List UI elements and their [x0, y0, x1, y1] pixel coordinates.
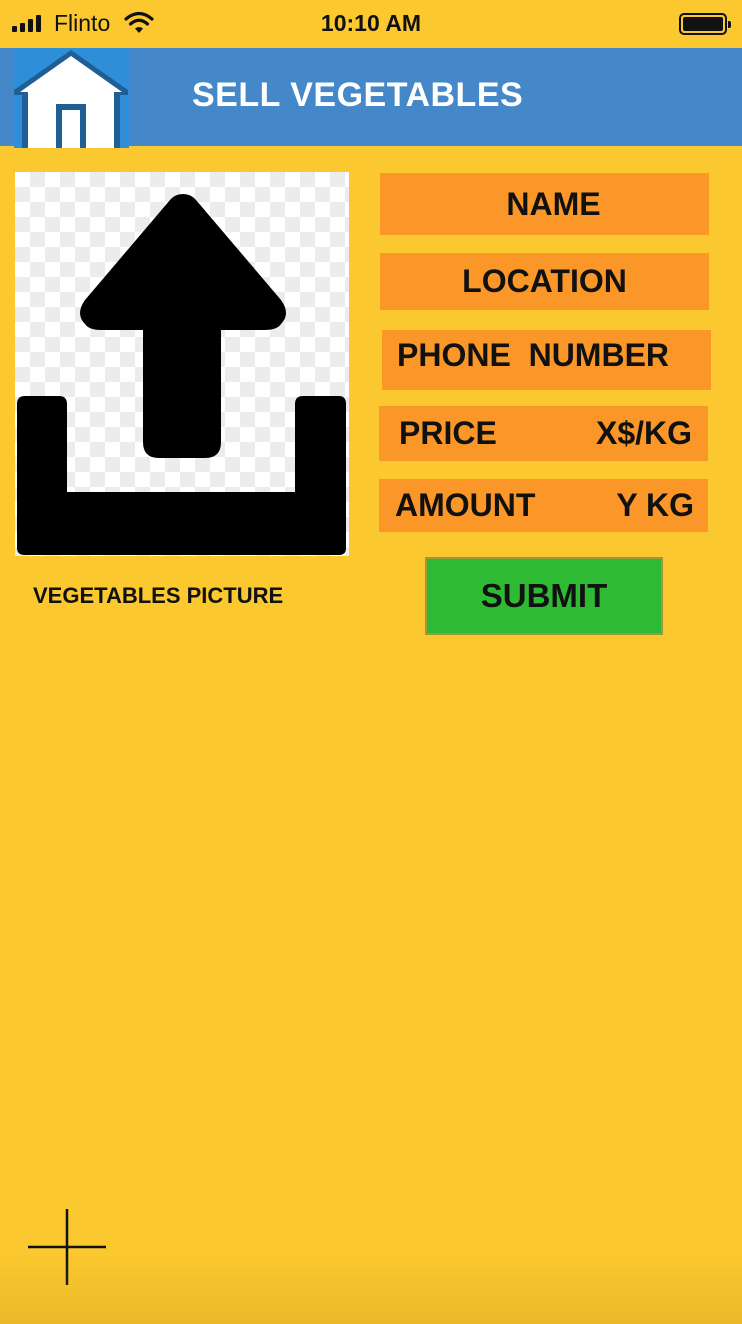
location-field[interactable]: LOCATION — [380, 253, 709, 310]
name-field-label: NAME — [506, 185, 601, 222]
picture-upload-area[interactable] — [15, 172, 349, 556]
phone-number-field-label: PHONE NUMBER — [397, 336, 670, 373]
name-field[interactable]: NAME — [380, 173, 709, 235]
price-field-label: PRICE — [399, 415, 497, 451]
price-field-value: X$/KG — [595, 415, 692, 451]
submit-button[interactable]: SUBMIT — [425, 557, 663, 635]
status-bar: Flinto 10:10 AM — [0, 0, 742, 48]
picture-label: VEGETABLES PICTURE — [33, 583, 284, 608]
amount-field-label: AMOUNT — [395, 487, 536, 523]
amount-field[interactable]: AMOUNT Y KG — [379, 479, 708, 532]
price-field[interactable]: PRICE X$/KG — [379, 406, 708, 461]
page-title: SELL VEGETABLES — [192, 76, 524, 114]
home-icon — [14, 48, 129, 148]
battery-icon — [679, 13, 731, 35]
location-field-label: LOCATION — [462, 263, 627, 299]
phone-number-field[interactable]: PHONE NUMBER — [382, 330, 711, 390]
home-button[interactable] — [14, 48, 129, 148]
bottom-shade — [0, 1254, 742, 1324]
add-button[interactable] — [28, 1208, 106, 1286]
upload-icon — [17, 194, 346, 555]
status-time: 10:10 AM — [320, 10, 422, 36]
amount-field-value: Y KG — [616, 487, 694, 523]
plus-icon — [28, 1209, 106, 1285]
